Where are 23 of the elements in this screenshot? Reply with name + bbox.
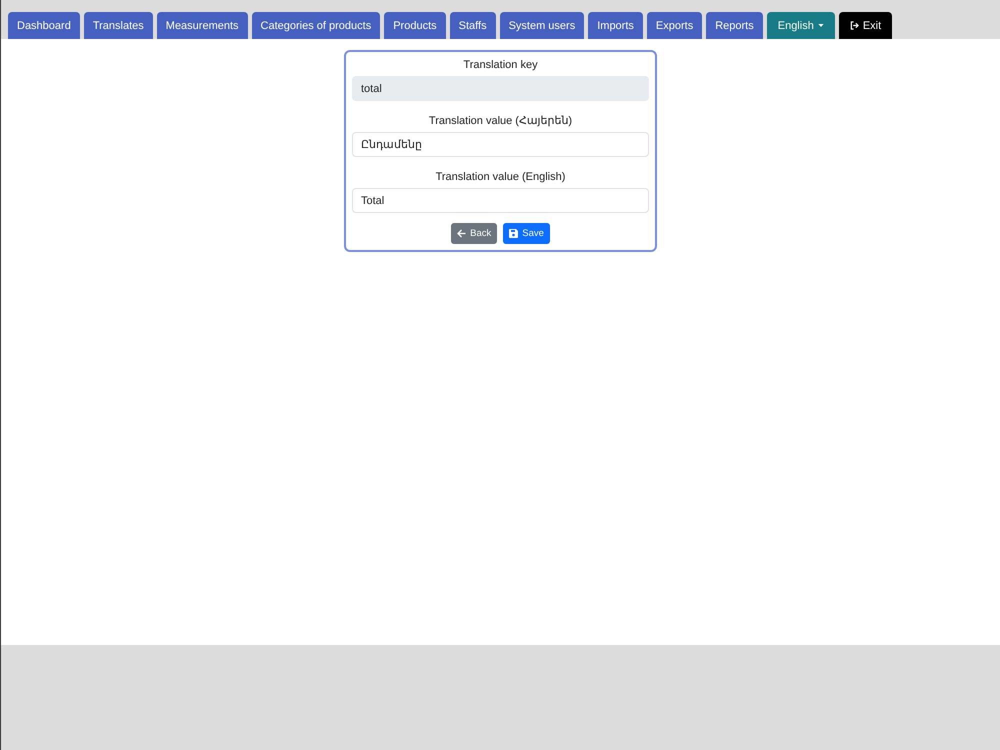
nav-tab[interactable]: Staffs (450, 12, 496, 39)
nav-tab[interactable]: Products (384, 12, 446, 39)
nav-tab[interactable]: Measurements (156, 12, 248, 39)
sign-out-icon (850, 21, 859, 30)
arrow-left-icon (457, 229, 466, 238)
nav-tab[interactable]: Reports (706, 12, 763, 39)
save-button[interactable]: Save (503, 223, 550, 244)
nav-tab[interactable]: Categories of products (252, 12, 380, 39)
input-field[interactable]: total (352, 76, 649, 101)
back-button[interactable]: Back (451, 223, 498, 244)
nav-tab[interactable]: Translates (84, 12, 153, 39)
field-label: Translation key (462, 58, 539, 73)
exit-button[interactable]: Exit (838, 12, 892, 39)
caret-icon (818, 24, 824, 27)
language-dropdown[interactable]: English (766, 12, 835, 39)
field-label: Translation value (Հայերեն) (428, 114, 574, 129)
nav-tab[interactable]: Exports (646, 12, 702, 39)
input-field[interactable]: Ընդամենը (352, 132, 649, 157)
field-label: Translation value (English) (434, 170, 566, 185)
input-field[interactable]: Total (352, 188, 649, 213)
nav-tab[interactable]: System users (500, 12, 584, 39)
nav-tab[interactable]: Imports (588, 12, 643, 39)
nav-tab[interactable]: Dashboard (8, 12, 80, 39)
